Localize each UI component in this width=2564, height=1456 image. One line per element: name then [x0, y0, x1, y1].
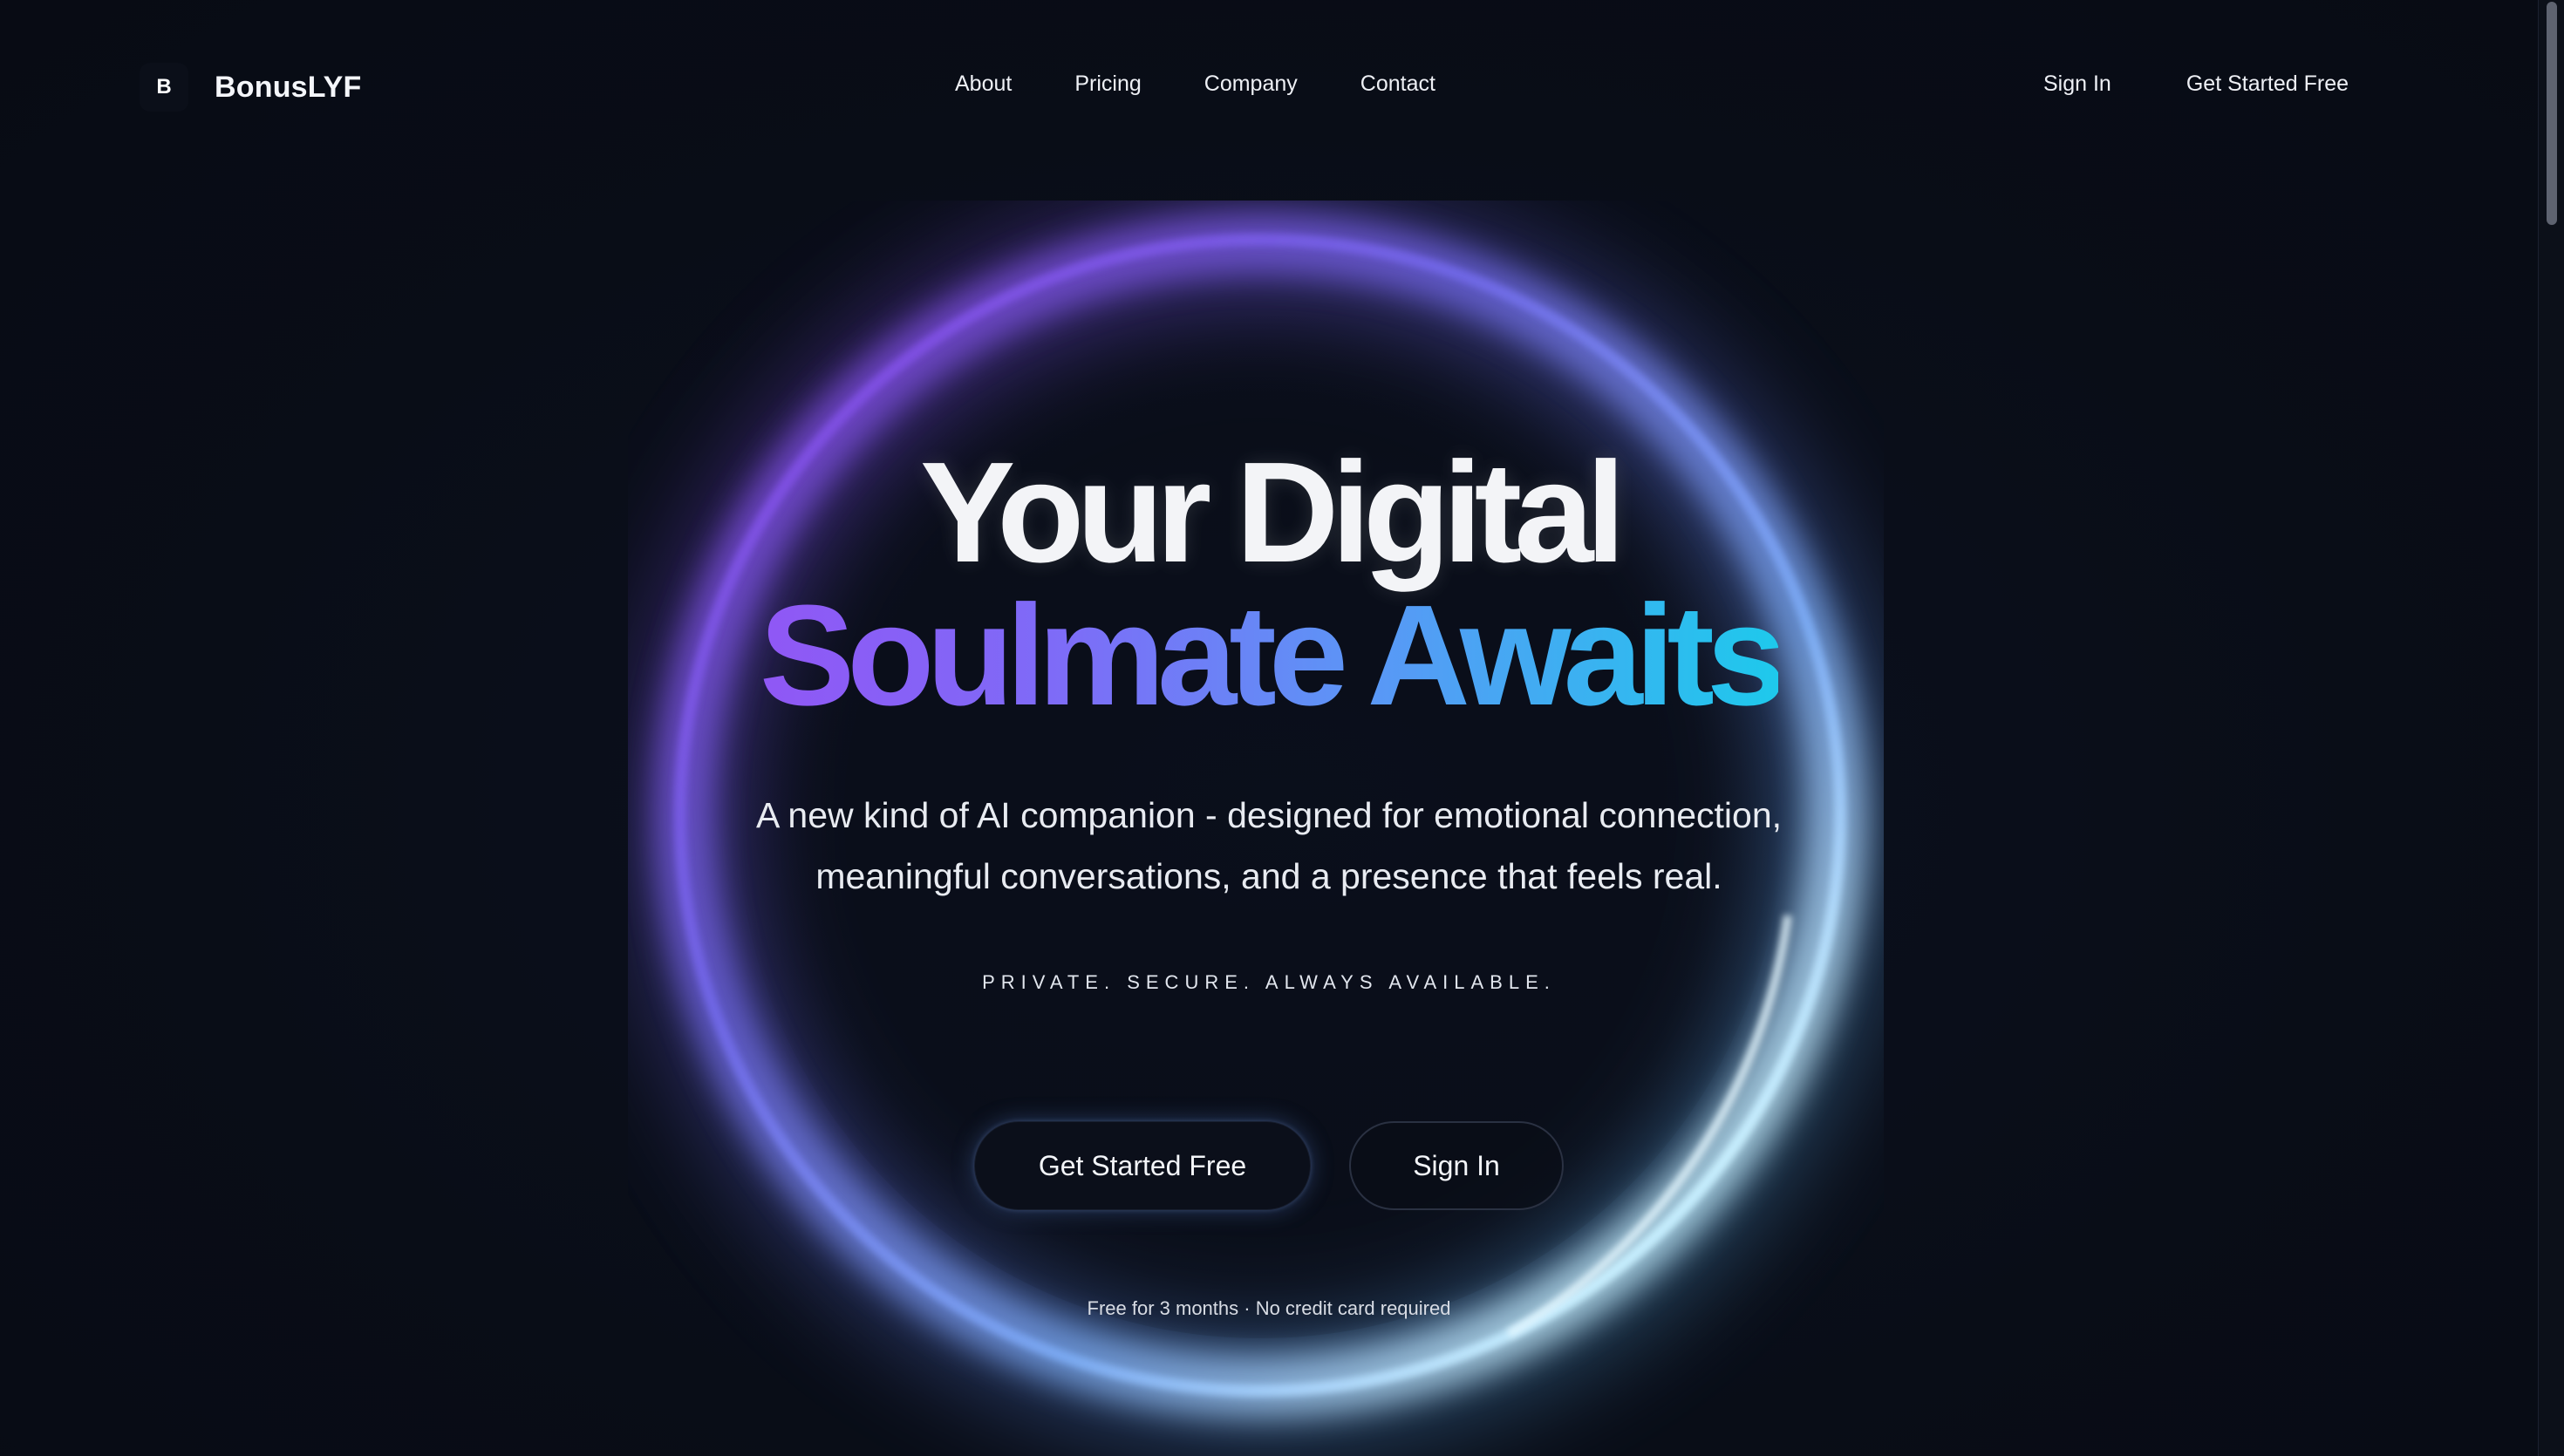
nav-get-started-link[interactable]: Get Started Free [2186, 71, 2349, 97]
hero-subtitle: A new kind of AI companion - designed fo… [0, 785, 2538, 907]
nav-link-contact[interactable]: Contact [1360, 71, 1435, 97]
hero-subtitle-line2: meaningful conversations, and a presence… [815, 856, 1722, 896]
hero-footnote: Free for 3 months · No credit card requi… [1087, 1297, 1451, 1319]
page-scrollbar[interactable] [2538, 0, 2564, 1456]
get-started-button[interactable]: Get Started Free [974, 1121, 1311, 1210]
top-nav: B BonusLYF About Pricing Company Contact… [0, 0, 2538, 174]
hero-subtitle-line1: A new kind of AI companion - designed fo… [755, 795, 1783, 835]
hero-headline-gradient-text: Soulmate Awaits [759, 575, 1786, 735]
cta-row: Get Started Free Sign In [0, 1121, 2538, 1210]
scrollbar-thumb[interactable] [2547, 2, 2557, 225]
landing-page: B BonusLYF About Pricing Company Contact… [0, 0, 2564, 1456]
hero-headline-line1: Your Digital [919, 432, 1626, 592]
nav-auth-links: Sign In Get Started Free [2043, 71, 2349, 97]
sign-in-button[interactable]: Sign In [1349, 1121, 1564, 1210]
nav-link-about[interactable]: About [955, 71, 1012, 97]
nav-links: About Pricing Company Contact [955, 71, 1498, 97]
brand-logo[interactable]: B BonusLYF [140, 63, 361, 112]
nav-sign-in-link[interactable]: Sign In [2043, 71, 2111, 97]
hero-headline-line2: Soulmate Awaits [0, 584, 2538, 727]
nav-link-company[interactable]: Company [1204, 71, 1298, 97]
nav-link-pricing[interactable]: Pricing [1074, 71, 1141, 97]
brand-name: BonusLYF [215, 70, 362, 104]
logo-mark-icon: B [140, 63, 188, 112]
hero-tagline: PRIVATE. SECURE. ALWAYS AVAILABLE. [982, 971, 1556, 993]
